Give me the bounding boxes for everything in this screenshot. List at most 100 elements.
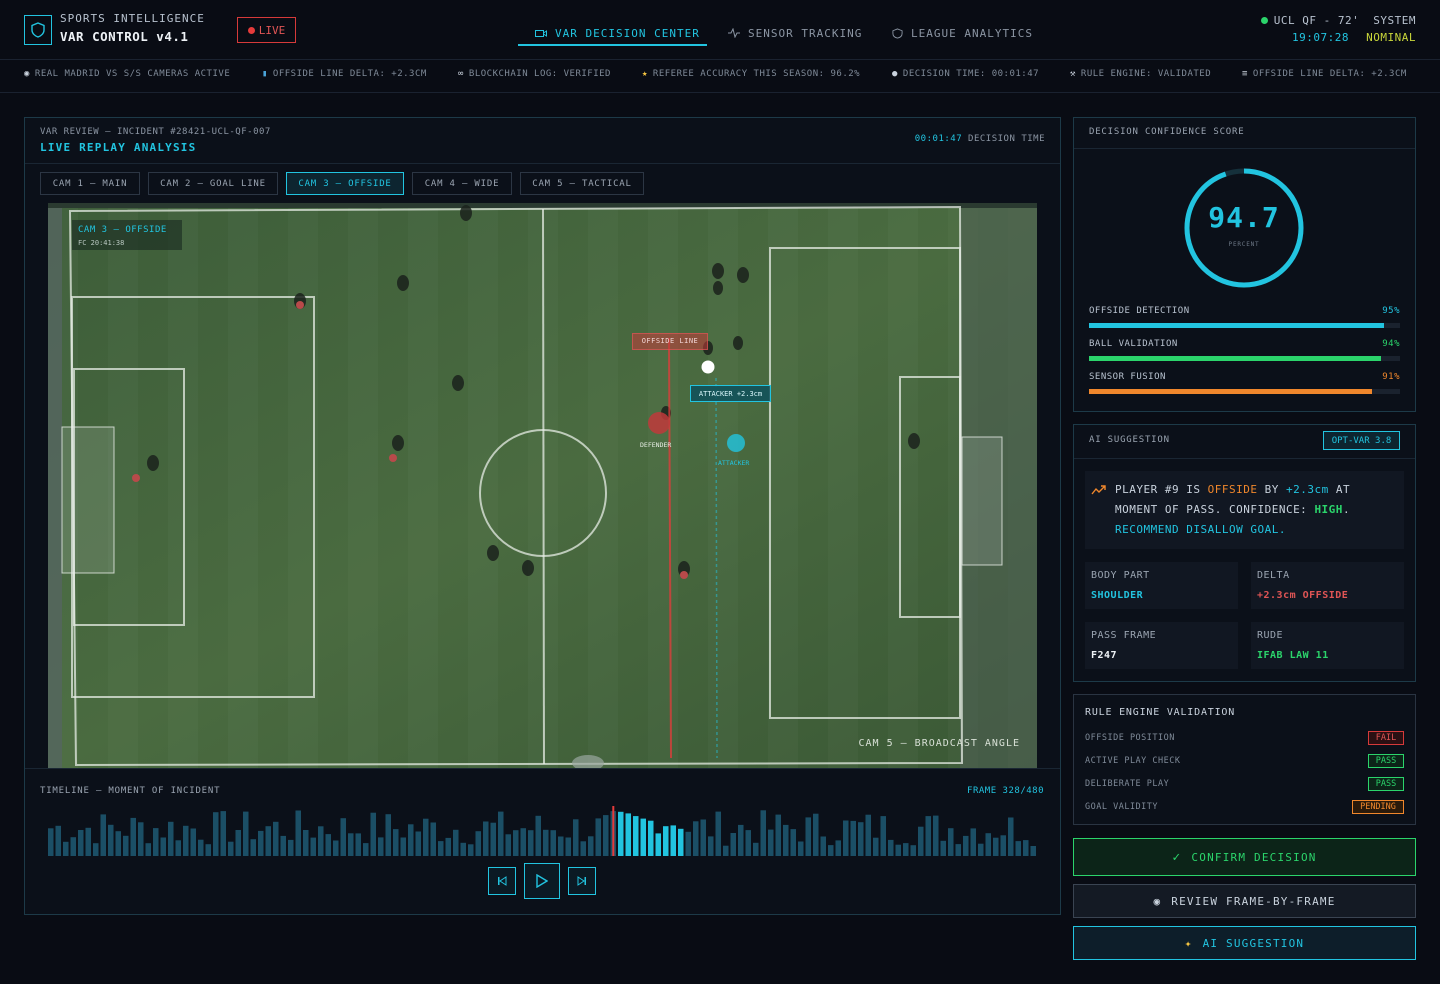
timeline-bar — [115, 831, 121, 856]
play-button[interactable] — [524, 863, 560, 899]
clock-status: 19:07:28 NOMINAL — [1292, 31, 1416, 44]
timeline-bar — [873, 837, 879, 856]
timeline-bar — [723, 845, 729, 856]
timeline-bar — [483, 821, 489, 856]
shield-logo-icon — [24, 15, 52, 45]
timeline-bar — [235, 830, 241, 856]
timeline-bar — [475, 831, 481, 856]
rule-engine-title: RULE ENGINE VALIDATION — [1085, 707, 1236, 718]
timeline-bar — [993, 837, 999, 856]
suggestion-line-1: PLAYER #9 IS OFFSIDE BY +2.3cm AT — [1115, 483, 1351, 496]
confirm-decision-button[interactable]: ✓ CONFIRM DECISION — [1073, 838, 1416, 876]
timeline-bar — [385, 814, 391, 856]
timeline-bar — [168, 821, 174, 856]
timeline-bar — [708, 836, 714, 856]
timeline-bar — [363, 843, 369, 856]
suggestion-line-2: MOMENT OF PASS. CONFIDENCE: HIGH. — [1115, 503, 1351, 516]
pitch-image — [48, 203, 1037, 768]
timeline-bar — [760, 810, 766, 856]
ai-title: AI SUGGESTION — [1089, 435, 1170, 445]
system-label: SYSTEM — [1373, 14, 1416, 27]
model-version-badge: OPT-VAR 3.8 — [1323, 431, 1400, 450]
timeline-waveform[interactable] — [48, 800, 1038, 856]
detail-value: IFAB LAW 11 — [1257, 650, 1329, 661]
attacker-delta-tag: ATTACKER +2.3cm — [690, 385, 771, 402]
status-dot-icon — [1260, 17, 1268, 24]
timeline-bar — [100, 814, 106, 856]
skip-forward-button[interactable] — [568, 867, 596, 895]
ticker-item: ▮ OFFSIDE LINE DELTA: +2.3CM — [262, 69, 427, 79]
timeline-bar — [693, 821, 699, 856]
review-frame-button[interactable]: ◉ REVIEW FRAME-BY-FRAME — [1073, 884, 1416, 918]
timeline-bar — [850, 820, 856, 856]
timeline-bar — [1008, 817, 1014, 856]
star-icon: ★ — [642, 69, 648, 79]
timeline-bar — [918, 826, 924, 856]
timeline-bar — [505, 834, 511, 856]
timeline-bar — [1000, 835, 1006, 856]
timeline-bar — [528, 830, 534, 856]
timeline-bar — [520, 828, 526, 856]
skip-back-icon — [498, 876, 507, 886]
timeline-bar — [265, 826, 271, 856]
timeline-bar — [318, 826, 324, 856]
timeline-bar — [393, 829, 399, 856]
cam-tab-1[interactable]: CAM 1 — MAIN — [40, 172, 140, 195]
ticker-text: REFEREE ACCURACY THIS SEASON: 96.2% — [652, 69, 861, 79]
ticker-text: REAL MADRID VS S/S CAMERAS ACTIVE — [34, 69, 231, 79]
timeline-bar — [1023, 840, 1029, 856]
timeline-label: TIMELINE — MOMENT OF INCIDENT — [40, 786, 221, 796]
wrench-icon: ⚒ — [1070, 69, 1076, 79]
rule-label: DELIBERATE PLAY — [1085, 779, 1170, 789]
timeline-bar — [190, 828, 196, 856]
skip-back-button[interactable] — [488, 867, 516, 895]
pulse-icon — [728, 28, 740, 38]
timeline-bar — [828, 845, 834, 856]
timeline-bar — [565, 837, 571, 856]
timeline-bar — [558, 836, 564, 856]
defender-label: DEFENDER — [640, 441, 672, 449]
chart-icon: ▮ — [262, 69, 268, 79]
status-badge: PASS — [1368, 777, 1404, 791]
timeline-bar — [258, 830, 264, 856]
check-icon: ✓ — [1172, 849, 1182, 865]
timeline-bar — [543, 829, 549, 856]
replay-video-frame[interactable] — [48, 203, 1037, 768]
ai-suggestion-button[interactable]: ✦ AI SUGGESTION — [1073, 926, 1416, 960]
rule-label: OFFSIDE POSITION — [1085, 733, 1175, 743]
timeline-bar — [295, 810, 301, 856]
timeline-bar — [573, 819, 579, 856]
cam-tab-3[interactable]: CAM 3 — OFFSIDE — [286, 172, 404, 195]
timeline-bar — [415, 831, 421, 856]
button-label: CONFIRM DECISION — [1191, 850, 1317, 864]
timeline-bar — [783, 824, 789, 856]
ticker-text: RULE ENGINE: VALIDATED — [1080, 69, 1212, 79]
tab-sensor-tracking[interactable]: SENSOR TRACKING — [728, 20, 862, 46]
tab-var-decision-center[interactable]: VAR DECISION CENTER — [535, 20, 700, 46]
metric-track — [1089, 356, 1400, 361]
cam-tab-4[interactable]: CAM 4 — WIDE — [412, 172, 512, 195]
timeline-bar — [535, 815, 541, 856]
metric-fill — [1089, 389, 1372, 394]
timeline-playhead[interactable] — [612, 806, 615, 856]
timeline-bar — [280, 835, 286, 856]
timeline-bar — [145, 843, 151, 856]
divider — [1074, 148, 1415, 149]
timeline-bar — [955, 844, 961, 856]
shield-icon — [892, 27, 903, 39]
timeline-bar — [625, 813, 631, 856]
brand-title: VAR CONTROL v4.1 — [60, 29, 189, 44]
timeline-bar — [490, 822, 496, 856]
tab-league-analytics[interactable]: LEAGUE ANALYTICS — [892, 20, 1033, 46]
timeline-bar — [685, 831, 691, 856]
timeline-bar — [250, 839, 256, 856]
timeline-bar — [550, 830, 556, 856]
metric-track — [1089, 323, 1400, 328]
cam-tab-5[interactable]: CAM 5 — TACTICAL — [520, 172, 644, 195]
cam-tab-2[interactable]: CAM 2 — GOAL LINE — [148, 172, 278, 195]
timeline-bar — [183, 825, 189, 856]
timeline-bar — [460, 842, 466, 856]
ticker-item: ≡ OFFSIDE LINE DELTA: +2.3CM — [1242, 69, 1407, 79]
timeline-bar — [798, 841, 804, 856]
timeline-bar — [160, 837, 166, 856]
